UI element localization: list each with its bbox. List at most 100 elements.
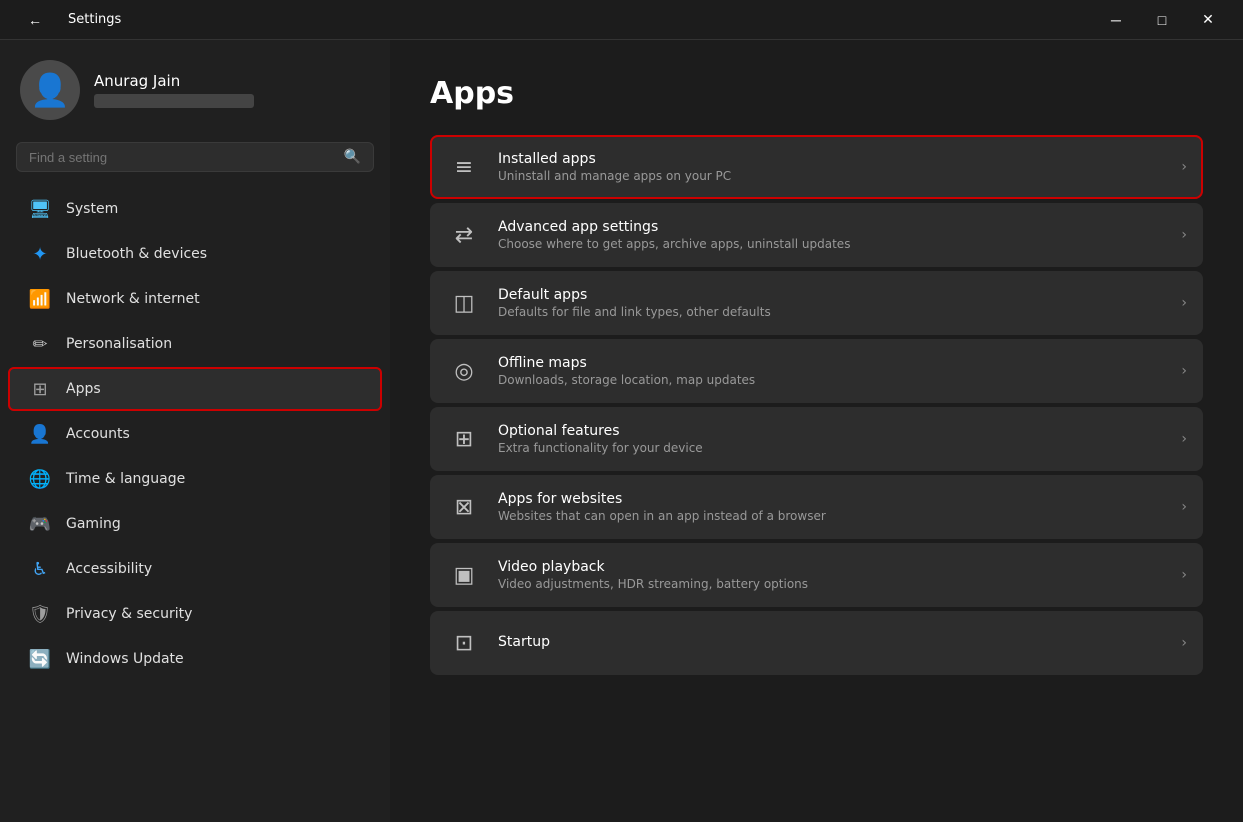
search-box[interactable]: 🔍: [16, 142, 374, 172]
search-input[interactable]: [29, 150, 336, 165]
search-container: 🔍: [0, 136, 390, 186]
settings-item-advanced-app-settings[interactable]: ⇄ Advanced app settings Choose where to …: [430, 203, 1203, 267]
sidebar: 👤 Anurag Jain 🔍 🖥 System ✦ Bluetooth & d…: [0, 40, 390, 822]
settings-title-startup: Startup: [498, 634, 1165, 650]
settings-title-installed-apps: Installed apps: [498, 151, 1165, 167]
minimize-button[interactable]: ─: [1093, 4, 1139, 36]
settings-text-optional-features: Optional features Extra functionality fo…: [498, 423, 1165, 455]
nav-label-system: System: [66, 201, 118, 217]
sidebar-item-privacy[interactable]: 🛡 Privacy & security: [8, 592, 382, 636]
settings-item-installed-apps[interactable]: ≡ Installed apps Uninstall and manage ap…: [430, 135, 1203, 199]
maximize-button[interactable]: □: [1139, 4, 1185, 36]
nav-label-personalisation: Personalisation: [66, 336, 172, 352]
nav-icon-privacy: 🛡: [28, 602, 52, 626]
settings-icon-apps-for-websites: ⊠: [446, 489, 482, 525]
settings-title-optional-features: Optional features: [498, 423, 1165, 439]
sidebar-item-accounts[interactable]: 👤 Accounts: [8, 412, 382, 456]
user-name: Anurag Jain: [94, 72, 254, 90]
chevron-icon-apps-for-websites: ›: [1181, 499, 1187, 515]
sidebar-item-system[interactable]: 🖥 System: [8, 187, 382, 231]
settings-title-default-apps: Default apps: [498, 287, 1165, 303]
close-button[interactable]: ✕: [1185, 4, 1231, 36]
settings-icon-offline-maps: ◎: [446, 353, 482, 389]
nav-icon-time: 🌐: [28, 467, 52, 491]
settings-desc-advanced-app-settings: Choose where to get apps, archive apps, …: [498, 237, 1165, 251]
settings-item-optional-features[interactable]: ⊞ Optional features Extra functionality …: [430, 407, 1203, 471]
nav-label-network: Network & internet: [66, 291, 200, 307]
user-badge: [94, 94, 254, 108]
back-button[interactable]: ←: [12, 4, 58, 36]
titlebar: ← Settings ─ □ ✕: [0, 0, 1243, 40]
settings-text-startup: Startup: [498, 634, 1165, 652]
settings-item-apps-for-websites[interactable]: ⊠ Apps for websites Websites that can op…: [430, 475, 1203, 539]
avatar-icon: 👤: [30, 71, 70, 109]
back-icon: ←: [28, 12, 42, 28]
settings-item-startup[interactable]: ⊡ Startup ›: [430, 611, 1203, 675]
settings-title-advanced-app-settings: Advanced app settings: [498, 219, 1165, 235]
titlebar-left: ← Settings: [12, 4, 121, 36]
avatar: 👤: [20, 60, 80, 120]
nav-icon-gaming: 🎮: [28, 512, 52, 536]
nav-label-apps: Apps: [66, 381, 101, 397]
nav-label-update: Windows Update: [66, 651, 184, 667]
nav-label-time: Time & language: [66, 471, 185, 487]
chevron-icon-optional-features: ›: [1181, 431, 1187, 447]
sidebar-item-update[interactable]: 🔄 Windows Update: [8, 637, 382, 681]
sidebar-item-bluetooth[interactable]: ✦ Bluetooth & devices: [8, 232, 382, 276]
settings-desc-installed-apps: Uninstall and manage apps on your PC: [498, 169, 1165, 183]
nav-icon-accessibility: ♿: [28, 557, 52, 581]
settings-desc-offline-maps: Downloads, storage location, map updates: [498, 373, 1165, 387]
nav-icon-network: 📶: [28, 287, 52, 311]
settings-desc-default-apps: Defaults for file and link types, other …: [498, 305, 1165, 319]
chevron-icon-advanced-app-settings: ›: [1181, 227, 1187, 243]
settings-title-video-playback: Video playback: [498, 559, 1165, 575]
nav-icon-update: 🔄: [28, 647, 52, 671]
settings-title-offline-maps: Offline maps: [498, 355, 1165, 371]
settings-icon-video-playback: ▣: [446, 557, 482, 593]
settings-icon-startup: ⊡: [446, 625, 482, 661]
chevron-icon-default-apps: ›: [1181, 295, 1187, 311]
titlebar-controls: ─ □ ✕: [1093, 4, 1231, 36]
settings-item-default-apps[interactable]: ◫ Default apps Defaults for file and lin…: [430, 271, 1203, 335]
nav-icon-apps: ⊞: [28, 377, 52, 401]
sidebar-item-accessibility[interactable]: ♿ Accessibility: [8, 547, 382, 591]
sidebar-item-apps[interactable]: ⊞ Apps: [8, 367, 382, 411]
user-name-wrapper: Anurag Jain: [94, 72, 254, 108]
settings-item-video-playback[interactable]: ▣ Video playback Video adjustments, HDR …: [430, 543, 1203, 607]
window-title: Settings: [68, 12, 121, 27]
settings-text-installed-apps: Installed apps Uninstall and manage apps…: [498, 151, 1165, 183]
chevron-icon-video-playback: ›: [1181, 567, 1187, 583]
nav-icon-personalisation: ✏: [28, 332, 52, 356]
settings-text-offline-maps: Offline maps Downloads, storage location…: [498, 355, 1165, 387]
settings-icon-advanced-app-settings: ⇄: [446, 217, 482, 253]
nav-list: 🖥 System ✦ Bluetooth & devices 📶 Network…: [0, 186, 390, 682]
main-content: Apps ≡ Installed apps Uninstall and mana…: [390, 40, 1243, 822]
nav-label-bluetooth: Bluetooth & devices: [66, 246, 207, 262]
chevron-icon-startup: ›: [1181, 635, 1187, 651]
settings-item-offline-maps[interactable]: ◎ Offline maps Downloads, storage locati…: [430, 339, 1203, 403]
settings-text-advanced-app-settings: Advanced app settings Choose where to ge…: [498, 219, 1165, 251]
settings-title-apps-for-websites: Apps for websites: [498, 491, 1165, 507]
nav-label-privacy: Privacy & security: [66, 606, 192, 622]
nav-label-accessibility: Accessibility: [66, 561, 152, 577]
settings-icon-default-apps: ◫: [446, 285, 482, 321]
settings-list: ≡ Installed apps Uninstall and manage ap…: [430, 135, 1203, 675]
chevron-icon-offline-maps: ›: [1181, 363, 1187, 379]
sidebar-item-time[interactable]: 🌐 Time & language: [8, 457, 382, 501]
page-title: Apps: [430, 76, 1203, 111]
settings-icon-installed-apps: ≡: [446, 149, 482, 185]
nav-icon-system: 🖥: [28, 197, 52, 221]
nav-icon-bluetooth: ✦: [28, 242, 52, 266]
settings-text-default-apps: Default apps Defaults for file and link …: [498, 287, 1165, 319]
settings-desc-apps-for-websites: Websites that can open in an app instead…: [498, 509, 1165, 523]
sidebar-item-personalisation[interactable]: ✏ Personalisation: [8, 322, 382, 366]
settings-desc-video-playback: Video adjustments, HDR streaming, batter…: [498, 577, 1165, 591]
nav-label-accounts: Accounts: [66, 426, 130, 442]
sidebar-item-network[interactable]: 📶 Network & internet: [8, 277, 382, 321]
settings-text-video-playback: Video playback Video adjustments, HDR st…: [498, 559, 1165, 591]
sidebar-item-gaming[interactable]: 🎮 Gaming: [8, 502, 382, 546]
search-icon: 🔍: [344, 149, 361, 165]
app-layout: 👤 Anurag Jain 🔍 🖥 System ✦ Bluetooth & d…: [0, 40, 1243, 822]
chevron-icon-installed-apps: ›: [1181, 159, 1187, 175]
user-profile: 👤 Anurag Jain: [0, 40, 390, 136]
